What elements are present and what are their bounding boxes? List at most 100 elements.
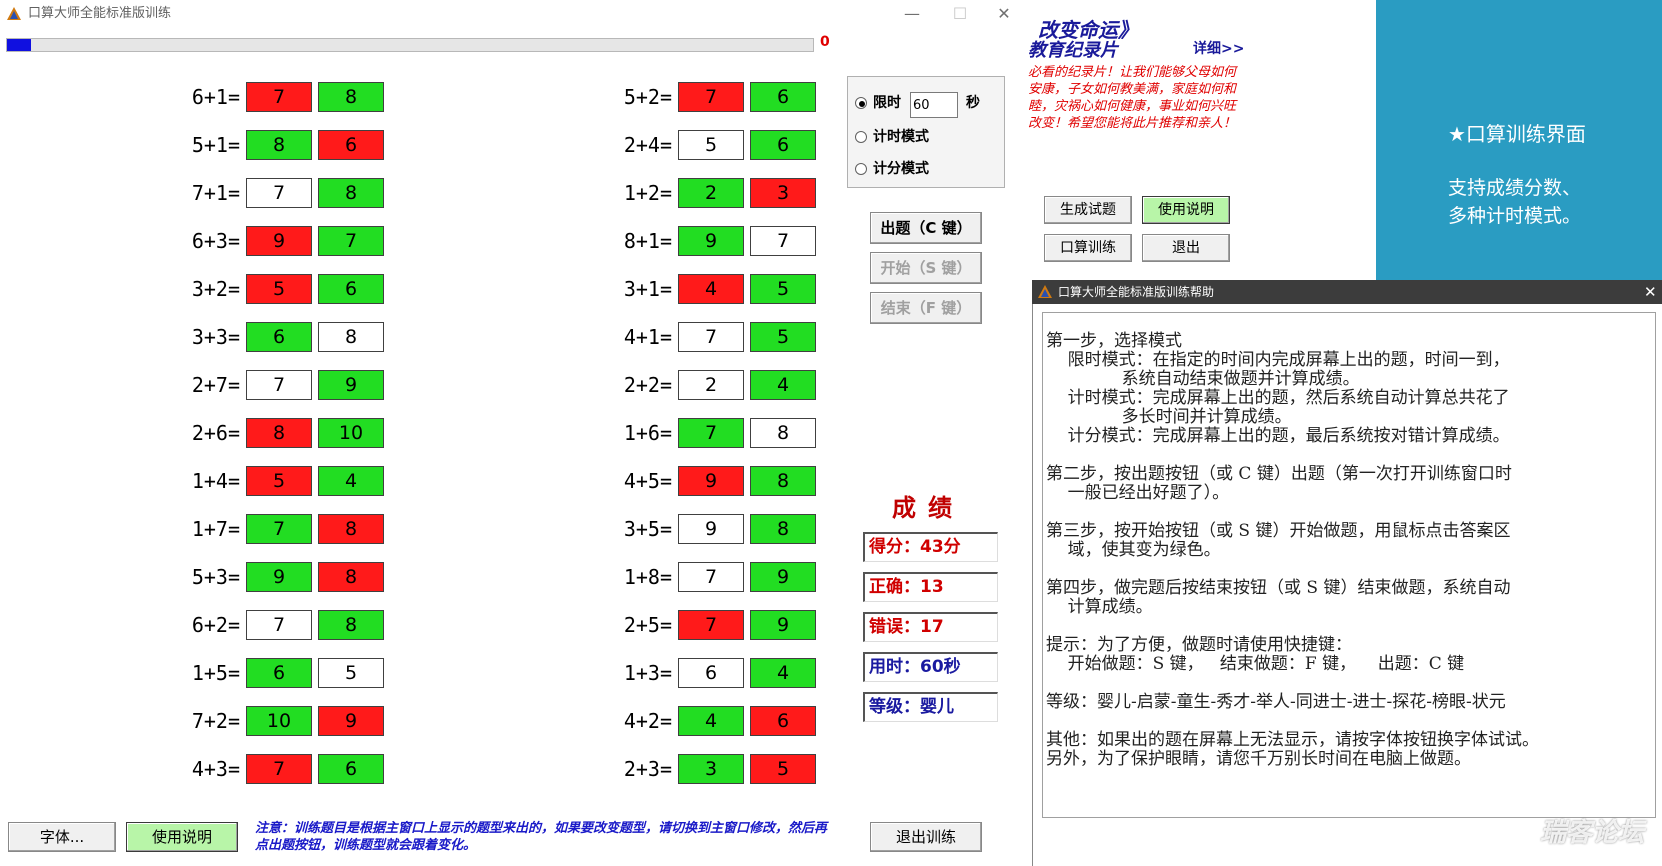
score-value: 得分：43分 xyxy=(863,532,998,562)
help-close-button[interactable]: ✕ xyxy=(1644,280,1657,304)
answer-option-2[interactable]: 8 xyxy=(318,178,384,208)
answer-option-2[interactable]: 4 xyxy=(750,658,816,688)
answer-option-1[interactable]: 7 xyxy=(678,418,744,448)
answer-option-2[interactable]: 8 xyxy=(318,82,384,112)
answer-option-1[interactable]: 2 xyxy=(678,178,744,208)
answer-option-2[interactable]: 9 xyxy=(318,706,384,736)
answer-option-1[interactable]: 6 xyxy=(246,322,312,352)
answer-option-2[interactable]: 9 xyxy=(750,610,816,640)
watermark-url: www.ruike1.com xyxy=(1568,846,1659,859)
answer-option-1[interactable]: 9 xyxy=(678,514,744,544)
question-label: 3+1= xyxy=(623,277,672,301)
question-button[interactable]: 出题（C 键） xyxy=(870,212,982,244)
answer-option-1[interactable]: 9 xyxy=(246,226,312,256)
answer-option-2[interactable]: 8 xyxy=(318,322,384,352)
exit-training-button[interactable]: 退出训练 xyxy=(870,822,982,852)
answer-option-2[interactable]: 8 xyxy=(318,610,384,640)
answer-option-1[interactable]: 7 xyxy=(246,514,312,544)
answer-option-2[interactable]: 6 xyxy=(750,82,816,112)
question-label: 2+7= xyxy=(191,373,240,397)
answer-option-1[interactable]: 9 xyxy=(678,226,744,256)
question-label: 4+5= xyxy=(623,469,672,493)
limit-mode-radio[interactable] xyxy=(855,97,867,109)
answer-option-1[interactable]: 4 xyxy=(678,274,744,304)
feature-description-line2: 多种计时模式。 xyxy=(1448,205,1582,227)
answer-option-1[interactable]: 7 xyxy=(246,178,312,208)
answer-option-1[interactable]: 8 xyxy=(246,418,312,448)
answer-option-1[interactable]: 7 xyxy=(246,754,312,784)
answer-option-2[interactable]: 5 xyxy=(750,322,816,352)
timing-mode-radio[interactable] xyxy=(855,131,867,143)
answer-option-2[interactable]: 4 xyxy=(750,370,816,400)
answer-option-2[interactable]: 6 xyxy=(750,706,816,736)
answer-option-2[interactable]: 6 xyxy=(318,130,384,160)
answer-option-2[interactable]: 6 xyxy=(318,274,384,304)
help-scrollbar[interactable] xyxy=(1632,318,1642,804)
answer-option-1[interactable]: 7 xyxy=(678,610,744,640)
answer-option-2[interactable]: 9 xyxy=(750,562,816,592)
answer-option-2[interactable]: 5 xyxy=(750,754,816,784)
answer-option-2[interactable]: 8 xyxy=(750,418,816,448)
answer-option-2[interactable]: 6 xyxy=(318,754,384,784)
question-label: 6+1= xyxy=(191,85,240,109)
start-button[interactable]: 开始（S 键） xyxy=(870,252,982,284)
question-label: 1+5= xyxy=(191,661,240,685)
time-used: 用时：60秒 xyxy=(863,652,998,682)
wrong-count: 错误：17 xyxy=(863,612,998,642)
answer-option-1[interactable]: 4 xyxy=(678,706,744,736)
answer-option-1[interactable]: 5 xyxy=(678,130,744,160)
minimize-button[interactable]: — xyxy=(892,0,932,28)
score-title: 成绩 xyxy=(892,494,964,522)
answer-option-2[interactable]: 10 xyxy=(318,418,384,448)
answer-option-1[interactable]: 7 xyxy=(678,322,744,352)
oral-training-button[interactable]: 口算训练 xyxy=(1044,234,1132,262)
answer-option-1[interactable]: 7 xyxy=(246,82,312,112)
font-button[interactable]: 字体... xyxy=(8,822,116,852)
answer-option-2[interactable]: 7 xyxy=(750,226,816,256)
bg-instructions-button[interactable]: 使用说明 xyxy=(1142,196,1230,224)
instructions-button[interactable]: 使用说明 xyxy=(126,822,238,852)
bg-exit-button[interactable]: 退出 xyxy=(1142,234,1230,262)
time-limit-input[interactable] xyxy=(910,92,958,118)
answer-option-1[interactable]: 5 xyxy=(246,466,312,496)
help-titlebar: 口算大师全能标准版训练帮助 ✕ xyxy=(1032,280,1662,304)
answer-option-2[interactable]: 8 xyxy=(318,562,384,592)
close-button[interactable]: ✕ xyxy=(984,0,1024,28)
app-icon xyxy=(7,7,21,20)
answer-option-1[interactable]: 7 xyxy=(678,562,744,592)
answer-option-1[interactable]: 7 xyxy=(678,82,744,112)
question-label: 5+3= xyxy=(191,565,240,589)
answer-option-1[interactable]: 8 xyxy=(246,130,312,160)
answer-option-2[interactable]: 3 xyxy=(750,178,816,208)
answer-option-2[interactable]: 7 xyxy=(318,226,384,256)
answer-option-2[interactable]: 5 xyxy=(750,274,816,304)
answer-option-2[interactable]: 4 xyxy=(318,466,384,496)
answer-option-1[interactable]: 9 xyxy=(678,466,744,496)
answer-option-2[interactable]: 9 xyxy=(318,370,384,400)
maximize-button[interactable]: ☐ xyxy=(940,0,980,28)
end-button[interactable]: 结束（F 键） xyxy=(870,292,982,324)
documentary-subtitle: 教育纪录片 xyxy=(1028,40,1118,61)
question-label: 2+4= xyxy=(623,133,672,157)
answer-option-1[interactable]: 6 xyxy=(246,658,312,688)
answer-option-1[interactable]: 3 xyxy=(678,754,744,784)
answer-option-1[interactable]: 6 xyxy=(678,658,744,688)
details-link[interactable]: 详细>> xyxy=(1193,38,1244,58)
answer-option-2[interactable]: 8 xyxy=(750,514,816,544)
answer-option-1[interactable]: 10 xyxy=(246,706,312,736)
answer-option-2[interactable]: 8 xyxy=(318,514,384,544)
answer-option-1[interactable]: 9 xyxy=(246,562,312,592)
question-label: 2+5= xyxy=(623,613,672,637)
question-label: 1+3= xyxy=(623,661,672,685)
answer-option-1[interactable]: 2 xyxy=(678,370,744,400)
answer-option-2[interactable]: 8 xyxy=(750,466,816,496)
answer-option-1[interactable]: 7 xyxy=(246,610,312,640)
generate-questions-button[interactable]: 生成试题 xyxy=(1044,196,1132,224)
answer-option-2[interactable]: 5 xyxy=(318,658,384,688)
answer-option-1[interactable]: 5 xyxy=(246,274,312,304)
feature-description-line1: 支持成绩分数、 xyxy=(1448,177,1582,199)
scoring-mode-radio[interactable] xyxy=(855,163,867,175)
answer-option-2[interactable]: 6 xyxy=(750,130,816,160)
question-label: 1+6= xyxy=(623,421,672,445)
answer-option-1[interactable]: 7 xyxy=(246,370,312,400)
